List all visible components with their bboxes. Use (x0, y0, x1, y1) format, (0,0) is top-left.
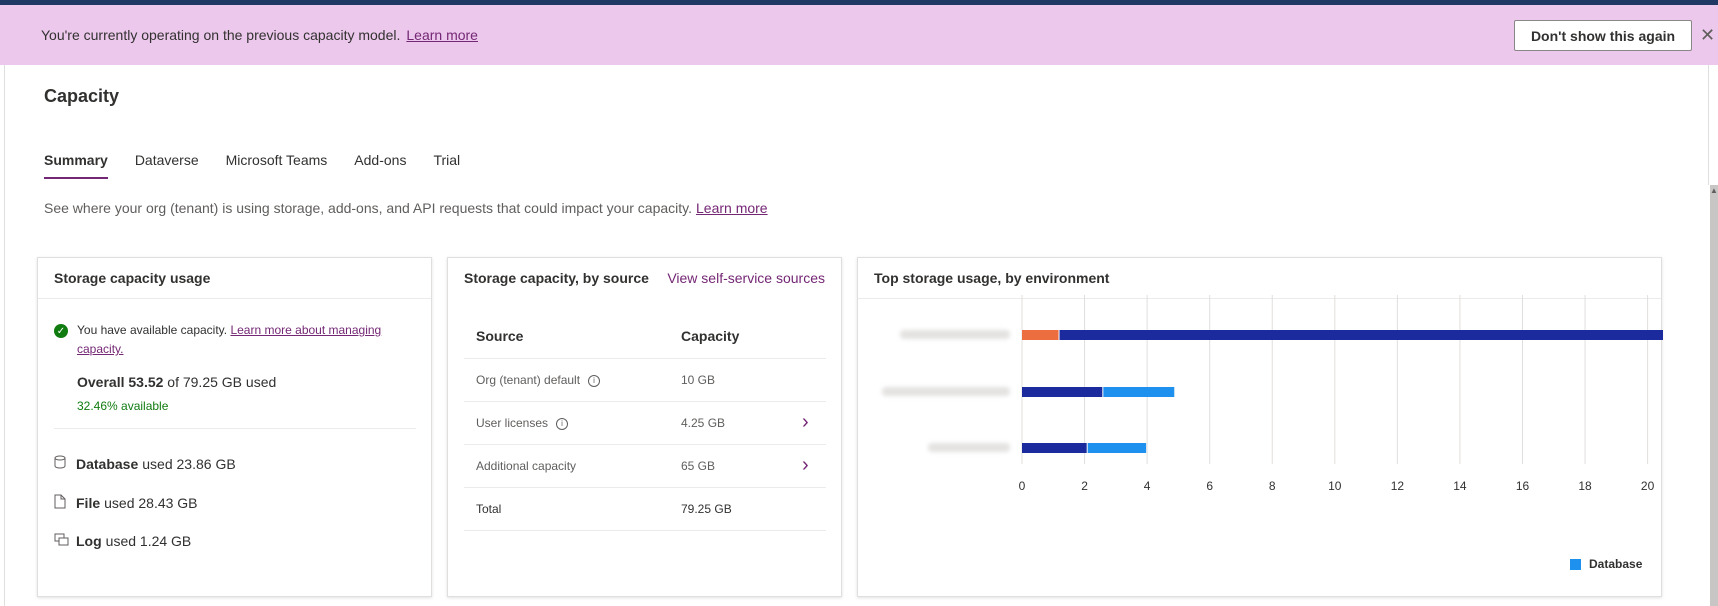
column-header-source: Source (476, 328, 524, 344)
tab-dataverse[interactable]: Dataverse (135, 152, 199, 179)
card-title: Storage capacity, by source (464, 270, 649, 286)
view-self-service-sources-link[interactable]: View self-service sources (667, 270, 825, 286)
source-table: Source Capacity Org (tenant) default i 10… (464, 316, 826, 531)
page-title: Capacity (44, 86, 120, 106)
x-tick-label: 16 (1516, 479, 1530, 493)
description-learn-more-link[interactable]: Learn more (696, 200, 768, 216)
table-row[interactable]: User licenses i 4.25 GB › (464, 402, 826, 445)
x-tick-label: 10 (1328, 479, 1342, 493)
legend-label-database: Database (1589, 557, 1643, 571)
top-storage-usage-card: Top storage usage, by environment 024681… (857, 257, 1663, 597)
file-usage-row: File used 28.43 GB (54, 494, 198, 512)
storage-capacity-usage-card: Storage capacity usage ✓ You have availa… (37, 257, 432, 597)
column-header-capacity: Capacity (681, 328, 740, 344)
right-border (1708, 65, 1709, 185)
card-title: Storage capacity usage (54, 270, 211, 286)
x-tick-label: 18 (1578, 479, 1592, 493)
tab-add-ons[interactable]: Add-ons (354, 152, 406, 179)
available-percent: 32.46% available (77, 399, 169, 413)
environment-label (882, 387, 1010, 396)
capacity-tabs: Summary Dataverse Microsoft Teams Add-on… (44, 152, 460, 179)
table-header: Source Capacity (464, 316, 826, 359)
database-usage-row: Database used 23.86 GB (54, 455, 236, 472)
bar-segment[interactable] (1087, 443, 1147, 453)
overall-usage: Overall 53.52 of 79.25 GB used (77, 374, 277, 390)
bar-segment[interactable] (1103, 387, 1175, 397)
info-icon[interactable]: i (556, 417, 569, 430)
banner-message: You're currently operating on the previo… (41, 27, 478, 43)
environment-label (900, 330, 1010, 339)
bar-segment[interactable] (1022, 443, 1087, 453)
log-usage-row: Log used 1.24 GB (54, 533, 191, 549)
page-description: See where your org (tenant) is using sto… (44, 200, 768, 216)
left-border (4, 65, 5, 606)
banner-learn-more-link[interactable]: Learn more (406, 27, 478, 43)
x-tick-label: 6 (1206, 479, 1213, 493)
chevron-right-icon[interactable]: › (802, 454, 809, 477)
table-row[interactable]: Additional capacity 65 GB › (464, 445, 826, 488)
x-tick-label: 2 (1081, 479, 1088, 493)
capacity-status: You have available capacity. Learn more … (77, 323, 382, 356)
legend-swatch (1570, 558, 1581, 570)
bar-segment[interactable] (1059, 330, 1663, 340)
file-icon (54, 494, 76, 512)
x-tick-label: 4 (1144, 479, 1151, 493)
table-row: Org (tenant) default i 10 GB (464, 359, 826, 402)
storage-bar-chart: 0 2 4 6 8 10 12 14 16 18 20 (882, 295, 1663, 493)
bar-segment[interactable] (1022, 387, 1103, 397)
checkmark-icon: ✓ (54, 324, 68, 338)
dont-show-again-button[interactable]: Don't show this again (1514, 20, 1692, 51)
database-icon (54, 455, 76, 472)
scrollbar[interactable] (1710, 185, 1718, 606)
chart-legend: Database (1570, 557, 1642, 571)
x-tick-label: 0 (1019, 479, 1026, 493)
tab-trial[interactable]: Trial (433, 152, 460, 179)
environment-label (928, 443, 1010, 452)
table-row-total: Total 79.25 GB (464, 488, 826, 531)
scroll-up-icon[interactable]: ▲ (1710, 186, 1718, 195)
divider (54, 428, 416, 429)
storage-capacity-by-source-card: Storage capacity, by source View self-se… (447, 257, 842, 597)
x-tick-label: 20 (1641, 479, 1655, 493)
tab-summary[interactable]: Summary (44, 152, 108, 179)
tab-microsoft-teams[interactable]: Microsoft Teams (226, 152, 328, 179)
divider (38, 298, 431, 299)
capacity-model-banner: You're currently operating on the previo… (0, 5, 1718, 65)
x-tick-label: 8 (1269, 479, 1276, 493)
x-tick-label: 12 (1391, 479, 1405, 493)
log-icon (54, 533, 76, 549)
bar-segment[interactable] (1022, 330, 1059, 340)
chevron-right-icon[interactable]: › (802, 411, 809, 434)
info-icon[interactable]: i (588, 374, 601, 387)
close-icon[interactable]: ✕ (1700, 25, 1715, 46)
x-tick-label: 14 (1453, 479, 1467, 493)
